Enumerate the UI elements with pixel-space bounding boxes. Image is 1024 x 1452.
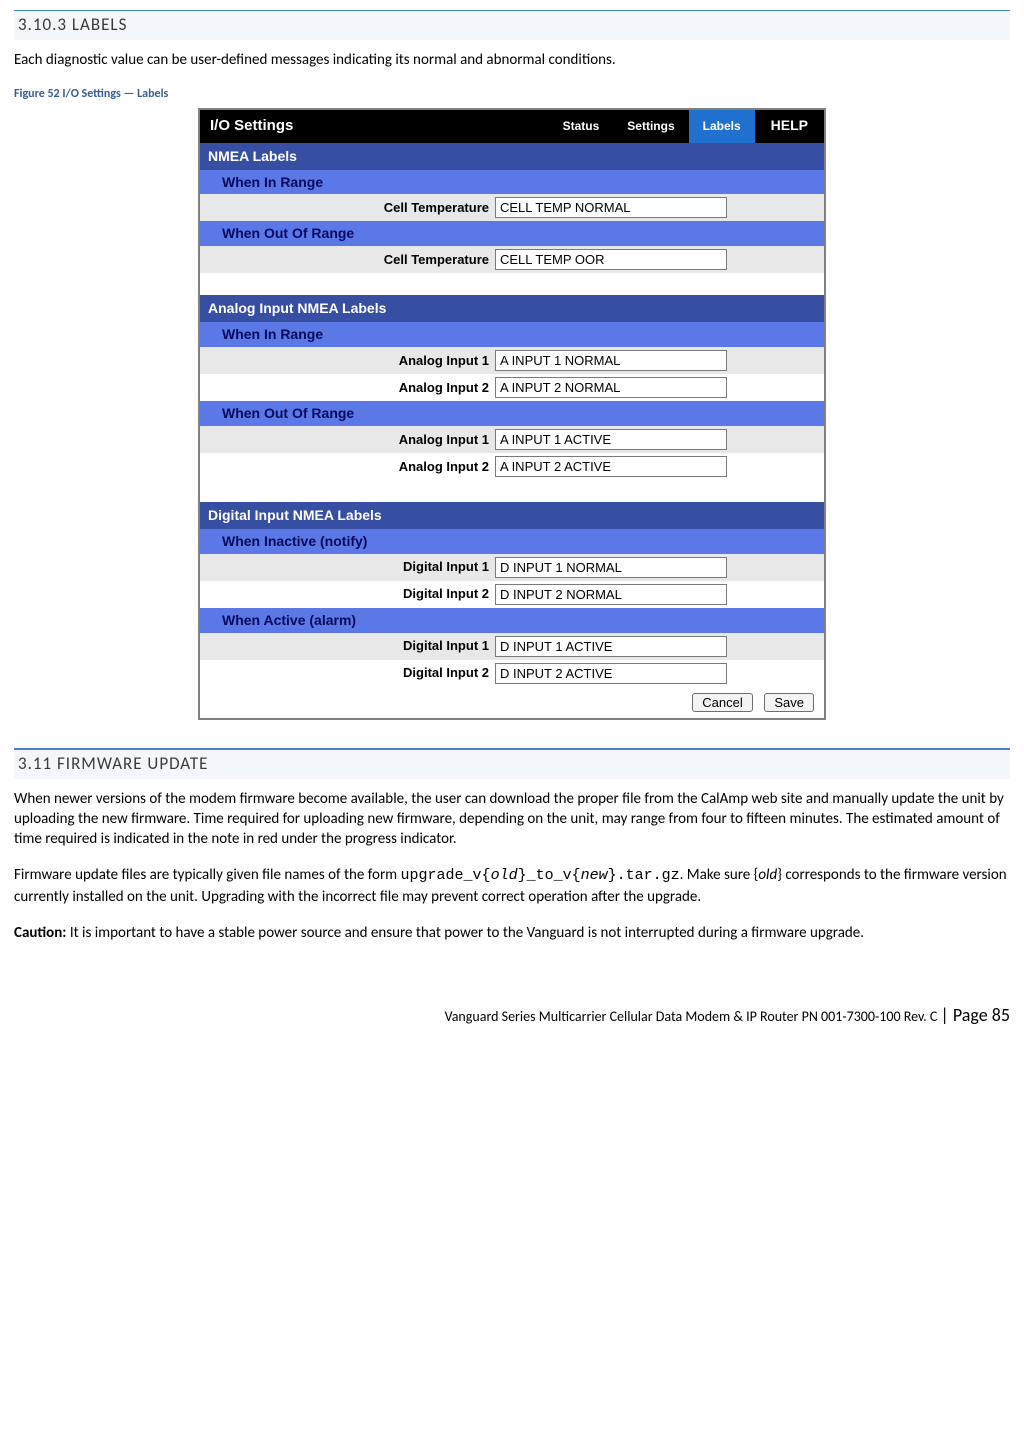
input-analog-1-in-range[interactable]: [495, 350, 727, 371]
tab-status[interactable]: Status: [549, 110, 614, 142]
label-analog-input-1-out: Analog Input 1: [200, 431, 495, 449]
spacer: [200, 273, 824, 295]
subheader-digital-active: When Active (alarm): [200, 608, 824, 633]
subheader-digital-inactive: When Inactive (notify): [200, 529, 824, 554]
input-analog-2-out-range[interactable]: [495, 456, 727, 477]
label-analog-input-2-in: Analog Input 2: [200, 379, 495, 397]
input-digital-2-inactive[interactable]: [495, 584, 727, 605]
tab-settings[interactable]: Settings: [613, 110, 688, 142]
group-digital-labels: Digital Input NMEA Labels: [200, 502, 824, 529]
input-cell-temp-out-range[interactable]: [495, 249, 727, 270]
panel-titlebar: I/O Settings Status Settings Labels HELP: [200, 110, 824, 142]
spacer: [200, 480, 824, 502]
input-digital-1-inactive[interactable]: [495, 557, 727, 578]
firmware-para-1: When newer versions of the modem firmwar…: [14, 789, 1010, 850]
firmware-caution: Caution: It is important to have a stabl…: [14, 923, 1010, 943]
page-footer: Vanguard Series Multicarrier Cellular Da…: [14, 1003, 1010, 1027]
save-button[interactable]: Save: [764, 693, 814, 712]
subheader-nmea-in-range: When In Range: [200, 170, 824, 195]
subheader-analog-in-range: When In Range: [200, 322, 824, 347]
label-digital-input-2-inactive: Digital Input 2: [200, 585, 495, 603]
label-analog-input-2-out: Analog Input 2: [200, 458, 495, 476]
tab-help[interactable]: HELP: [755, 110, 824, 142]
button-row: Cancel Save: [200, 687, 824, 718]
io-settings-panel: I/O Settings Status Settings Labels HELP…: [198, 108, 826, 719]
section-heading-labels: 3.10.3 LABELS: [14, 10, 1010, 40]
label-cell-temp-out: Cell Temperature: [200, 251, 495, 269]
firmware-para-2: Firmware update files are typically give…: [14, 865, 1010, 907]
input-digital-2-active[interactable]: [495, 663, 727, 684]
group-nmea-labels: NMEA Labels: [200, 143, 824, 170]
label-digital-input-1-inactive: Digital Input 1: [200, 558, 495, 576]
labels-intro-text: Each diagnostic value can be user-define…: [14, 50, 1010, 70]
group-analog-labels: Analog Input NMEA Labels: [200, 295, 824, 322]
input-cell-temp-in-range[interactable]: [495, 197, 727, 218]
label-digital-input-1-active: Digital Input 1: [200, 637, 495, 655]
label-digital-input-2-active: Digital Input 2: [200, 664, 495, 682]
cancel-button[interactable]: Cancel: [692, 693, 752, 712]
input-analog-1-out-range[interactable]: [495, 429, 727, 450]
section-heading-firmware: 3.11 FIRMWARE UPDATE: [14, 748, 1010, 779]
figure-caption: Figure 52 I/O Settings — Labels: [14, 86, 1010, 102]
subheader-nmea-out-range: When Out Of Range: [200, 221, 824, 246]
label-analog-input-1-in: Analog Input 1: [200, 352, 495, 370]
input-digital-1-active[interactable]: [495, 636, 727, 657]
subheader-analog-out-range: When Out Of Range: [200, 401, 824, 426]
tab-labels[interactable]: Labels: [689, 110, 755, 142]
panel-title: I/O Settings: [200, 110, 549, 142]
label-cell-temp-in: Cell Temperature: [200, 199, 495, 217]
input-analog-2-in-range[interactable]: [495, 377, 727, 398]
